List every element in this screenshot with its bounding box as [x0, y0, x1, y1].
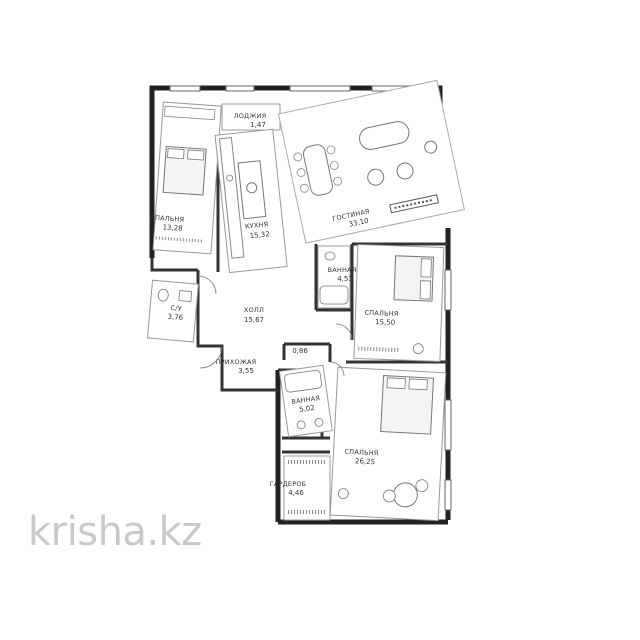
wc-area: 3,76	[167, 313, 184, 322]
bedroom2-room: СПАЛЬНЯ 15,50	[353, 243, 445, 362]
storage-room: 0,86	[292, 347, 308, 355]
bedroom1-room: СПАЛЬНЯ 13,28	[150, 101, 222, 255]
bedroom2-area: 15,50	[375, 318, 395, 327]
hall-name: ХОЛЛ	[244, 306, 264, 314]
bedroom3-room: СПАЛЬНЯ 26,25	[329, 366, 447, 522]
wardrobe-name: ГАРДЕРОБ	[270, 480, 307, 488]
loggia-room: ЛОДЖИЯ 1,47	[221, 103, 281, 131]
entry-name: ПРИХОЖАЯ	[216, 358, 257, 366]
hall-room: ХОЛЛ 15,67	[244, 306, 264, 324]
bath1-area: 4,51	[337, 275, 353, 283]
kitchen-room: КУХНЯ 15,32	[214, 128, 288, 274]
bedroom3-area: 26,25	[355, 457, 375, 466]
bedroom1-area: 13,28	[162, 223, 183, 232]
watermark: krisha.kz	[28, 509, 202, 555]
bedroom2-name: СПАЛЬНЯ	[364, 309, 398, 318]
loggia-area: 1,47	[250, 121, 266, 129]
hall-area: 15,67	[244, 316, 264, 324]
storage-area: 0,86	[292, 347, 308, 355]
loggia-name: ЛОДЖИЯ	[234, 112, 267, 120]
wc-room: С/У 3,76	[146, 279, 199, 343]
bath2-room: ВАННАЯ 5,02	[278, 364, 333, 438]
wardrobe-area: 4,46	[288, 489, 304, 497]
living-room: ГОСТИНАЯ 33,10	[277, 79, 465, 244]
wc-name: С/У	[170, 304, 182, 313]
entry-area: 3,55	[238, 367, 254, 375]
bath1-name: ВАННАЯ	[328, 266, 357, 274]
